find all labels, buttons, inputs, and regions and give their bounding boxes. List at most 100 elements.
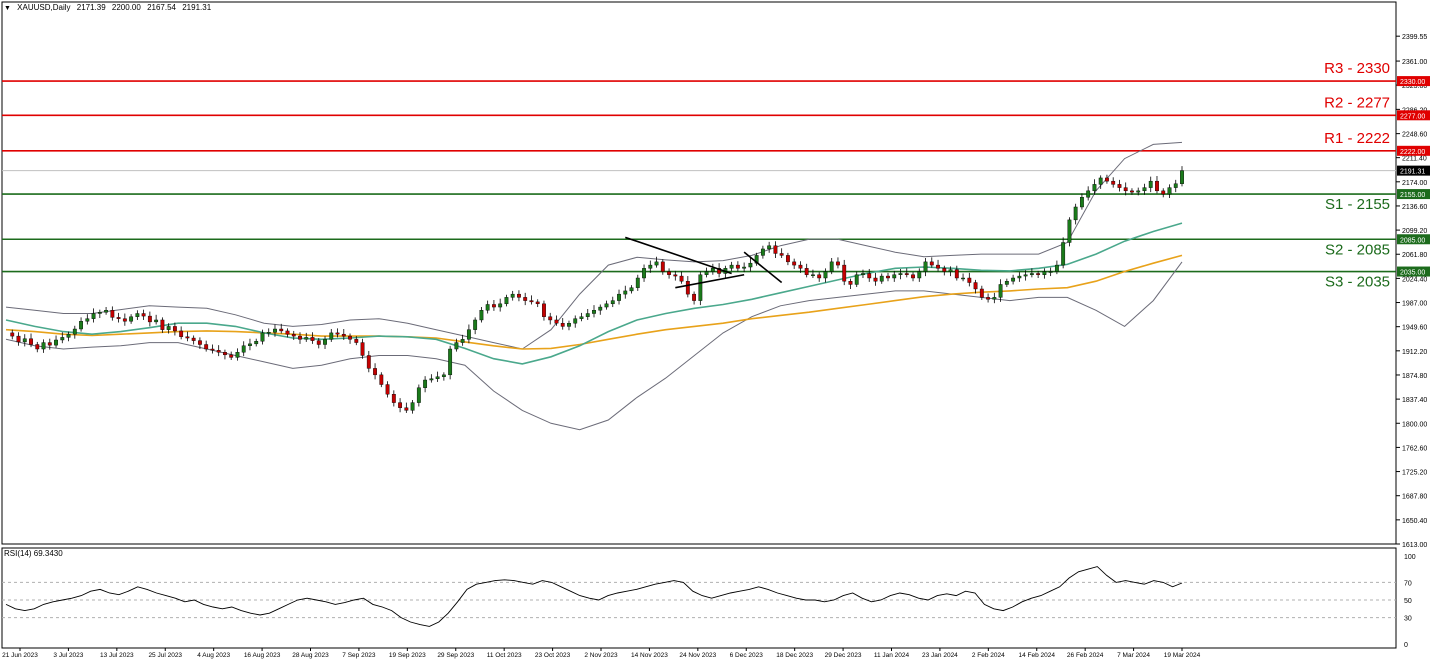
y-tick-label: 1762.60	[1402, 445, 1427, 452]
candle-body	[398, 402, 403, 408]
candle-body	[485, 304, 490, 311]
candle-body	[992, 297, 997, 300]
candle-body	[235, 352, 240, 358]
y-tick-label: 2174.00	[1402, 180, 1427, 187]
trend-line-lower	[675, 273, 745, 289]
candle-body	[254, 341, 259, 345]
level-label: R1 - 2222	[1324, 130, 1390, 147]
current-price-tag-label: 2191.31	[1400, 169, 1425, 176]
candle-body	[567, 322, 571, 327]
candle-body	[1142, 187, 1147, 192]
candle-body	[535, 301, 540, 305]
candle-body	[97, 312, 102, 314]
x-tick-label: 16 Aug 2023	[244, 652, 281, 659]
candle-body	[47, 342, 52, 346]
candle-body	[811, 274, 815, 276]
candle-body	[79, 321, 83, 330]
x-tick-label: 25 Jul 2023	[148, 652, 182, 659]
candle-body	[223, 352, 227, 356]
candle-body	[354, 339, 359, 343]
close-value: 2191.31	[182, 3, 212, 12]
level-price-tag-label: 2085.00	[1400, 237, 1425, 244]
level-label: R3 - 2330	[1324, 60, 1390, 77]
candle-body	[710, 268, 715, 272]
candle-body	[348, 335, 352, 340]
candle-body	[191, 337, 196, 341]
candle-body	[548, 316, 553, 321]
x-tick-label: 7 Mar 2024	[1117, 652, 1150, 659]
x-tick-label: 29 Sep 2023	[437, 652, 474, 659]
candle-body	[385, 384, 390, 395]
candle-body	[85, 318, 90, 322]
open-value: 2171.39	[76, 3, 106, 12]
candle-body	[917, 271, 922, 279]
x-tick-label: 19 Sep 2023	[389, 652, 426, 659]
candle-body	[16, 335, 21, 343]
candle-body	[266, 332, 271, 334]
y-tick-label: 1949.60	[1402, 325, 1427, 332]
candle-body	[911, 274, 915, 279]
symbol-header: ▼ XAUUSD,Daily 2171.39 2200.00 2167.54 2…	[4, 3, 215, 12]
x-tick-label: 2 Nov 2023	[584, 652, 618, 659]
candle-body	[1161, 190, 1166, 195]
candle-body	[479, 310, 484, 321]
candle-body	[886, 275, 890, 279]
candle-body	[967, 277, 972, 283]
candle-body	[523, 297, 528, 301]
candle-body	[135, 313, 140, 317]
candle-body	[560, 322, 565, 327]
candle-body	[1042, 271, 1047, 275]
x-tick-label: 4 Aug 2023	[197, 652, 230, 659]
candle-body	[179, 330, 184, 337]
candle-body	[404, 407, 409, 411]
level-price-tag-label: 2277.00	[1400, 113, 1425, 120]
candle-body	[848, 281, 853, 285]
candle-body	[291, 333, 296, 337]
candle-body	[260, 332, 265, 342]
candle-body	[1067, 219, 1072, 243]
high-value: 2200.00	[111, 3, 141, 12]
candle-body	[454, 342, 459, 350]
candle-body	[635, 277, 640, 288]
y-tick-label: 2211.40	[1402, 156, 1427, 163]
candle-body	[54, 339, 58, 346]
candle-body	[1173, 183, 1178, 188]
rsi-title: RSI(14) 69.3430	[4, 549, 63, 558]
candle-body	[298, 335, 302, 340]
candle-body	[973, 282, 978, 290]
candle-body	[517, 293, 521, 298]
candle-body	[923, 261, 928, 272]
candle-body	[1148, 180, 1153, 188]
candle-body	[491, 304, 496, 308]
y-tick-label: 1613.00	[1402, 542, 1427, 549]
candle-body	[679, 275, 684, 282]
candle-body	[323, 339, 327, 345]
candle-body	[448, 348, 453, 376]
candle-body	[573, 318, 578, 324]
y-tick-label: 2399.55	[1402, 34, 1427, 41]
candle-body	[35, 344, 40, 350]
y-tick-label: 2061.80	[1402, 252, 1427, 259]
candle-body	[585, 313, 590, 317]
x-tick-label: 18 Dec 2023	[776, 652, 813, 659]
candle-body	[798, 264, 803, 269]
dropdown-caret-icon[interactable]: ▼	[4, 5, 11, 12]
x-tick-label: 14 Nov 2023	[631, 652, 668, 659]
x-tick-label: 21 Jun 2023	[2, 652, 38, 659]
x-tick-label: 23 Oct 2023	[535, 652, 571, 659]
candle-body	[742, 266, 747, 269]
candle-body	[598, 306, 603, 311]
candle-body	[1155, 180, 1159, 192]
candle-body	[629, 287, 634, 292]
candle-body	[122, 318, 127, 322]
y-tick-label: 1650.40	[1402, 518, 1427, 525]
candle-body	[391, 394, 396, 403]
candle-body	[473, 319, 478, 330]
candle-body	[604, 303, 609, 308]
candle-body	[1086, 190, 1091, 198]
candle-body	[667, 271, 671, 275]
candle-body	[1061, 242, 1066, 266]
x-tick-label: 23 Jan 2024	[922, 652, 958, 659]
candle-body	[129, 316, 134, 322]
candle-body	[823, 271, 828, 279]
